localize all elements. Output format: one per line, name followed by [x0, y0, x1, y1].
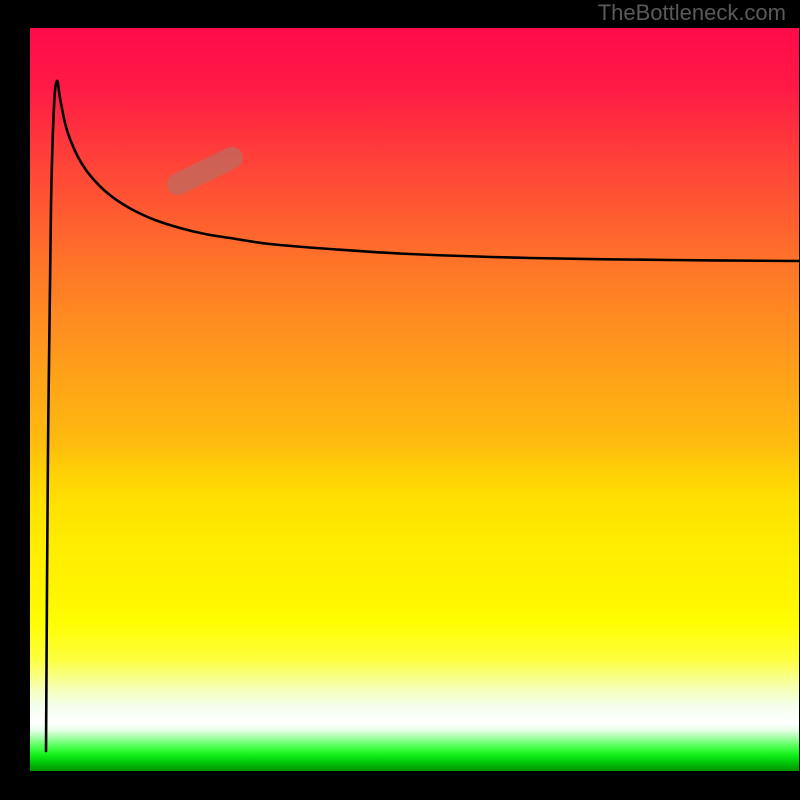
- attribution-text: TheBottleneck.com: [598, 0, 786, 26]
- curve-path: [46, 81, 799, 751]
- curve-svg: [30, 28, 799, 771]
- chart-container: TheBottleneck.com: [0, 0, 800, 800]
- plot-area: [30, 28, 799, 771]
